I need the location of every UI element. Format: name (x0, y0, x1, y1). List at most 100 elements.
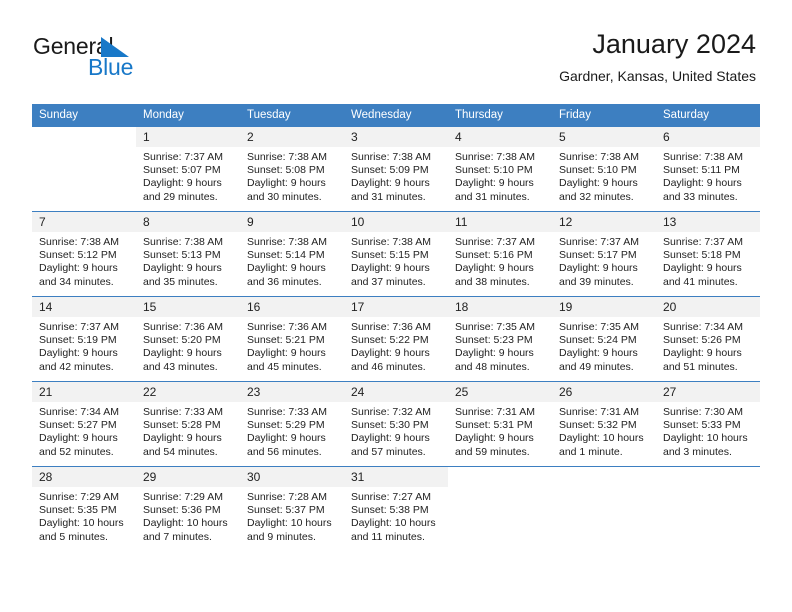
day-details: Sunrise: 7:34 AM Sunset: 5:26 PM Daylight:… (656, 317, 760, 374)
daylight-text-line1: Daylight: 9 hours (351, 347, 430, 360)
sunset-text: Sunset: 5:28 PM (143, 419, 221, 432)
sunset-text: Sunset: 5:15 PM (351, 249, 429, 262)
day-number: 24 (344, 382, 448, 402)
day-details: Sunrise: 7:37 AM Sunset: 5:17 PM Daylight:… (552, 232, 656, 289)
calendar-day-cell[interactable]: 30 Sunrise: 7:28 AM Sunset: 5:37 PM Dayligh… (240, 466, 344, 551)
calendar-day-cell[interactable]: 2 Sunrise: 7:38 AM Sunset: 5:08 PM Daylight… (240, 126, 344, 212)
calendar-day-cell[interactable]: 23 Sunrise: 7:33 AM Sunset: 5:29 PM Dayligh… (240, 381, 344, 467)
calendar-day-cell[interactable]: 18 Sunrise: 7:35 AM Sunset: 5:23 PM Dayligh… (448, 296, 552, 382)
calendar-day-cell[interactable]: 7 Sunrise: 7:38 AM Sunset: 5:12 PM Daylight… (32, 211, 136, 297)
daylight-text-line1: Daylight: 9 hours (143, 432, 222, 445)
day-details: Sunrise: 7:38 AM Sunset: 5:08 PM Daylight:… (240, 147, 344, 204)
calendar-page: General Blue January 2024 Gardner, Kansa… (0, 0, 792, 612)
daylight-text-line1: Daylight: 9 hours (39, 347, 118, 360)
calendar-day-cell[interactable]: 24 Sunrise: 7:32 AM Sunset: 5:30 PM Dayligh… (344, 381, 448, 467)
daylight-text-line2: and 49 minutes. (559, 360, 634, 373)
daylight-text-line2: and 39 minutes. (559, 275, 634, 288)
calendar-day-cell[interactable]: 29 Sunrise: 7:29 AM Sunset: 5:36 PM Dayligh… (136, 466, 240, 551)
calendar-day-cell[interactable]: 12 Sunrise: 7:37 AM Sunset: 5:17 PM Dayligh… (552, 211, 656, 297)
sunrise-text: Sunrise: 7:36 AM (143, 321, 223, 333)
calendar-table: Sunday Monday Tuesday Wednesday Thursday… (32, 104, 760, 551)
title-block: January 2024 Gardner, Kansas, United Sta… (559, 28, 756, 85)
calendar-day-cell[interactable]: 3 Sunrise: 7:38 AM Sunset: 5:09 PM Daylight… (344, 126, 448, 212)
calendar-day-cell[interactable]: 31 Sunrise: 7:27 AM Sunset: 5:38 PM Dayligh… (344, 466, 448, 551)
sunrise-text: Sunrise: 7:37 AM (559, 236, 639, 248)
sunrise-text: Sunrise: 7:37 AM (143, 151, 223, 163)
day-number: 2 (240, 127, 344, 147)
calendar-week-row: 1 Sunrise: 7:37 AM Sunset: 5:07 PM Daylight… (32, 126, 760, 212)
day-number: 16 (240, 297, 344, 317)
day-number (656, 467, 760, 487)
daylight-text-line1: Daylight: 9 hours (351, 177, 430, 190)
daylight-text-line2: and 51 minutes. (663, 360, 738, 373)
calendar-day-cell[interactable]: 19 Sunrise: 7:35 AM Sunset: 5:24 PM Dayligh… (552, 296, 656, 382)
sunset-text: Sunset: 5:08 PM (247, 164, 325, 177)
day-number: 15 (136, 297, 240, 317)
day-details: Sunrise: 7:38 AM Sunset: 5:10 PM Daylight:… (448, 147, 552, 204)
daylight-text-line2: and 31 minutes. (455, 190, 530, 203)
day-details: Sunrise: 7:36 AM Sunset: 5:20 PM Daylight:… (136, 317, 240, 374)
daylight-text-line1: Daylight: 9 hours (455, 347, 534, 360)
calendar-day-cell[interactable]: 20 Sunrise: 7:34 AM Sunset: 5:26 PM Dayligh… (656, 296, 760, 382)
weekday-header-sunday: Sunday (32, 104, 136, 127)
calendar-empty-cell (448, 466, 552, 551)
sunrise-text: Sunrise: 7:30 AM (663, 406, 743, 418)
day-number: 4 (448, 127, 552, 147)
calendar-day-cell[interactable]: 13 Sunrise: 7:37 AM Sunset: 5:18 PM Dayligh… (656, 211, 760, 297)
sunrise-text: Sunrise: 7:29 AM (143, 491, 223, 503)
calendar-day-cell[interactable]: 11 Sunrise: 7:37 AM Sunset: 5:16 PM Dayligh… (448, 211, 552, 297)
sunset-text: Sunset: 5:35 PM (39, 504, 117, 517)
sunset-text: Sunset: 5:12 PM (39, 249, 117, 262)
sunrise-text: Sunrise: 7:33 AM (143, 406, 223, 418)
sunset-text: Sunset: 5:36 PM (143, 504, 221, 517)
calendar-week-row: 7 Sunrise: 7:38 AM Sunset: 5:12 PM Daylight… (32, 211, 760, 297)
calendar-day-cell[interactable]: 14 Sunrise: 7:37 AM Sunset: 5:19 PM Dayligh… (32, 296, 136, 382)
daylight-text-line1: Daylight: 10 hours (143, 517, 228, 530)
daylight-text-line1: Daylight: 10 hours (247, 517, 332, 530)
calendar-day-cell[interactable]: 26 Sunrise: 7:31 AM Sunset: 5:32 PM Dayligh… (552, 381, 656, 467)
sunrise-text: Sunrise: 7:38 AM (143, 236, 223, 248)
calendar-day-cell[interactable]: 22 Sunrise: 7:33 AM Sunset: 5:28 PM Dayligh… (136, 381, 240, 467)
day-number: 10 (344, 212, 448, 232)
day-number: 13 (656, 212, 760, 232)
brand-logo[interactable]: General Blue (33, 33, 233, 83)
calendar-header-row: Sunday Monday Tuesday Wednesday Thursday… (32, 104, 760, 127)
sunset-text: Sunset: 5:37 PM (247, 504, 325, 517)
daylight-text-line2: and 46 minutes. (351, 360, 426, 373)
daylight-text-line2: and 57 minutes. (351, 445, 426, 458)
calendar-day-cell[interactable]: 16 Sunrise: 7:36 AM Sunset: 5:21 PM Dayligh… (240, 296, 344, 382)
calendar-day-cell[interactable]: 25 Sunrise: 7:31 AM Sunset: 5:31 PM Dayligh… (448, 381, 552, 467)
calendar-day-cell[interactable]: 28 Sunrise: 7:29 AM Sunset: 5:35 PM Dayligh… (32, 466, 136, 551)
sunrise-text: Sunrise: 7:34 AM (663, 321, 743, 333)
calendar-day-cell[interactable]: 10 Sunrise: 7:38 AM Sunset: 5:15 PM Dayligh… (344, 211, 448, 297)
calendar-day-cell[interactable]: 9 Sunrise: 7:38 AM Sunset: 5:14 PM Daylight… (240, 211, 344, 297)
sunset-text: Sunset: 5:17 PM (559, 249, 637, 262)
day-number: 8 (136, 212, 240, 232)
sunrise-text: Sunrise: 7:32 AM (351, 406, 431, 418)
sunset-text: Sunset: 5:23 PM (455, 334, 533, 347)
sunset-text: Sunset: 5:20 PM (143, 334, 221, 347)
daylight-text-line1: Daylight: 9 hours (455, 177, 534, 190)
calendar-day-cell[interactable]: 1 Sunrise: 7:37 AM Sunset: 5:07 PM Daylight… (136, 126, 240, 212)
daylight-text-line1: Daylight: 9 hours (143, 177, 222, 190)
sunset-text: Sunset: 5:24 PM (559, 334, 637, 347)
daylight-text-line1: Daylight: 9 hours (143, 262, 222, 275)
calendar-day-cell[interactable]: 21 Sunrise: 7:34 AM Sunset: 5:27 PM Dayligh… (32, 381, 136, 467)
calendar-day-cell[interactable]: 27 Sunrise: 7:30 AM Sunset: 5:33 PM Dayligh… (656, 381, 760, 467)
daylight-text-line1: Daylight: 9 hours (39, 432, 118, 445)
daylight-text-line2: and 42 minutes. (39, 360, 114, 373)
calendar-day-cell[interactable]: 4 Sunrise: 7:38 AM Sunset: 5:10 PM Daylight… (448, 126, 552, 212)
calendar-day-cell[interactable]: 5 Sunrise: 7:38 AM Sunset: 5:10 PM Daylight… (552, 126, 656, 212)
sunset-text: Sunset: 5:18 PM (663, 249, 741, 262)
calendar-day-cell[interactable]: 8 Sunrise: 7:38 AM Sunset: 5:13 PM Daylight… (136, 211, 240, 297)
sunrise-text: Sunrise: 7:38 AM (559, 151, 639, 163)
sunrise-text: Sunrise: 7:35 AM (455, 321, 535, 333)
day-details: Sunrise: 7:27 AM Sunset: 5:38 PM Daylight:… (344, 487, 448, 544)
calendar-day-cell[interactable]: 15 Sunrise: 7:36 AM Sunset: 5:20 PM Dayligh… (136, 296, 240, 382)
day-number: 27 (656, 382, 760, 402)
day-number: 31 (344, 467, 448, 487)
day-number (552, 467, 656, 487)
sunset-text: Sunset: 5:32 PM (559, 419, 637, 432)
calendar-day-cell[interactable]: 6 Sunrise: 7:38 AM Sunset: 5:11 PM Daylight… (656, 126, 760, 212)
calendar-day-cell[interactable]: 17 Sunrise: 7:36 AM Sunset: 5:22 PM Dayligh… (344, 296, 448, 382)
